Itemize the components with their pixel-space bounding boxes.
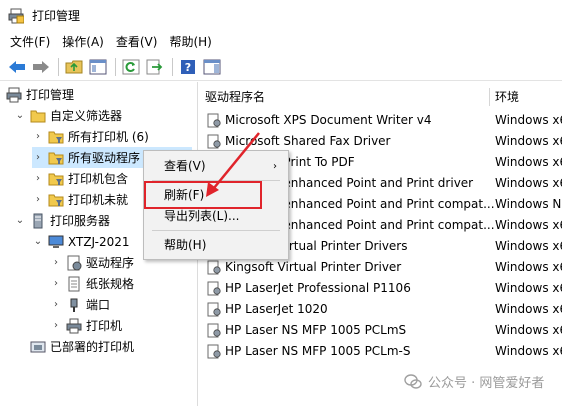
watermark: 公众号 · 网管爱好者 bbox=[404, 372, 544, 391]
watermark-text: 公众号 · 网管爱好者 bbox=[428, 376, 545, 391]
wechat-icon bbox=[404, 373, 422, 391]
annotation-arrow-icon bbox=[206, 132, 260, 197]
